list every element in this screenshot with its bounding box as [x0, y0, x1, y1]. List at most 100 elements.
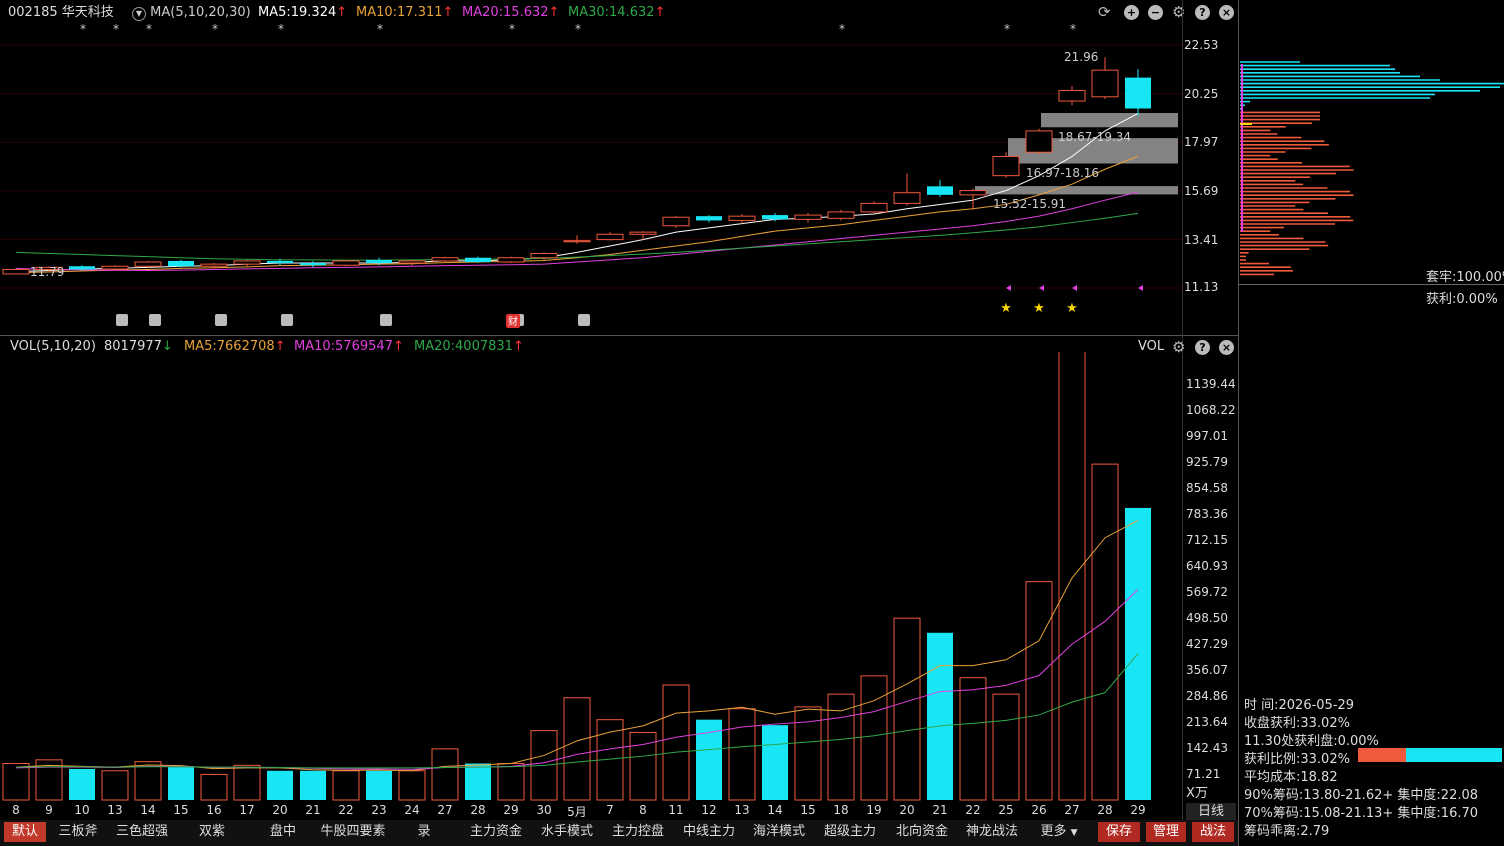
chip-distribution: [1240, 61, 1504, 276]
tab-shenlong[interactable]: 神龙战法: [960, 822, 1024, 842]
candle-body: [1025, 130, 1053, 153]
volume-bar: [1091, 463, 1119, 801]
tab-beixiang[interactable]: 北向资金: [890, 822, 954, 842]
strategy-button[interactable]: 战法: [1192, 822, 1234, 842]
volume-chart[interactable]: [0, 352, 1184, 802]
period-selector[interactable]: 日线: [1186, 803, 1236, 820]
chip-close-profit: 收盘获利:33.02%: [1244, 716, 1350, 731]
date-tick: 23: [371, 803, 387, 817]
volume-bar: [267, 770, 293, 800]
signal-star-icon: ★: [1066, 301, 1078, 316]
profit-bar-cyan: [1406, 748, 1502, 762]
chip-band: [1041, 112, 1178, 128]
zoom-in-icon[interactable]: +: [1124, 5, 1139, 20]
date-tick: 24: [404, 803, 420, 817]
star-marker: *: [377, 22, 383, 36]
volume-bar: [696, 719, 722, 800]
date-tick: 29: [1130, 803, 1146, 817]
volume-tick: 1139.44: [1186, 377, 1236, 391]
volume-tick: 356.07: [1186, 663, 1228, 677]
candle-body: [629, 231, 657, 235]
ma5-value: MA5:19.324↑: [258, 5, 348, 20]
candle-body: [300, 263, 326, 266]
profit-bar-red: [1358, 748, 1406, 762]
candle-body: [1091, 69, 1119, 98]
candle-body: [69, 266, 95, 270]
tab-shuangzi[interactable]: 双紫: [186, 822, 238, 842]
date-tick: 21: [932, 803, 948, 817]
volume-bar: [431, 748, 459, 801]
candle-body: [563, 240, 591, 243]
manage-button[interactable]: 管理: [1146, 822, 1186, 842]
candle-body: [762, 215, 788, 220]
candle-body: [927, 186, 953, 195]
ma-selector[interactable]: ▼ MA(5,10,20,30): [132, 4, 251, 22]
tab-shuishou[interactable]: 水手模式: [536, 822, 598, 842]
volume-bar: [2, 762, 30, 801]
signal-flag-icon: [1039, 285, 1044, 291]
tab-zhongxian[interactable]: 中线主力: [678, 822, 740, 842]
tab-default[interactable]: 默认: [4, 822, 46, 842]
tab-sanbanfu[interactable]: 三板斧: [52, 822, 104, 842]
chip-time: 时 间:2026-05-29: [1244, 698, 1355, 713]
volume-bar: [927, 632, 953, 800]
tab-chaoji[interactable]: 超级主力: [818, 822, 882, 842]
tab-zhulizijin[interactable]: 主力资金: [464, 822, 528, 842]
volume-tick: 712.15: [1186, 533, 1228, 547]
chip-avg-cost: 平均成本:18.82: [1244, 770, 1338, 785]
candle-body: [497, 257, 525, 263]
volume-bar: [992, 693, 1020, 801]
volume-bar: [332, 770, 360, 801]
chip-profit-at: 11.30处获利盘:0.00%: [1244, 734, 1379, 749]
date-tick: 21: [305, 803, 321, 817]
star-marker: *: [509, 22, 515, 36]
signal-flag-icon: [1138, 285, 1143, 291]
tab-zhulikongpan[interactable]: 主力控盘: [606, 822, 670, 842]
event-icon: [578, 314, 590, 326]
candle-body: [1058, 89, 1086, 102]
date-tick: 25: [998, 803, 1014, 817]
volume-bar: [300, 770, 326, 800]
date-tick: 14: [140, 803, 156, 817]
star-marker: *: [839, 22, 845, 36]
zoom-out-icon[interactable]: −: [1148, 5, 1163, 20]
date-tick: 14: [767, 803, 783, 817]
volume-tick: 997.01: [1186, 429, 1228, 443]
volume-bar: [398, 770, 426, 801]
refresh-icon[interactable]: ⟳: [1098, 5, 1111, 20]
tab-haiyang[interactable]: 海洋模式: [748, 822, 810, 842]
volume-bar: [233, 764, 261, 801]
tab-more[interactable]: 更多 ▼: [1032, 822, 1086, 842]
save-button[interactable]: 保存: [1098, 822, 1140, 842]
candle-body: [101, 265, 129, 270]
finance-badge-label: 财: [508, 315, 518, 328]
volume-bar: [134, 761, 162, 801]
tab-sansechaoqiang[interactable]: 三色超强: [110, 822, 174, 842]
price-chart[interactable]: * * * * * * * * * * * ★ ★ ★ 财: [0, 22, 1184, 332]
vol-unit: X万: [1186, 786, 1208, 801]
band-label: 18.67-19.34: [1058, 130, 1132, 144]
signal-flag-icon: [1072, 285, 1077, 291]
volume-bar: [860, 675, 888, 801]
candle-body: [662, 216, 690, 227]
stock-name: 华天科技: [61, 5, 114, 20]
tab-panzhong[interactable]: 盘中: [258, 822, 308, 842]
date-tick: 12: [701, 803, 717, 817]
volume-bar: [1025, 581, 1053, 801]
candle-body: [366, 259, 392, 264]
event-icon: [281, 314, 293, 326]
tab-niugu[interactable]: 牛股四要素: [316, 822, 390, 842]
band-label: 15.52-15.91: [993, 197, 1067, 211]
low-label: 11.79: [30, 265, 65, 279]
date-tick: 16: [206, 803, 222, 817]
candle-body: [827, 211, 855, 219]
candle-body: [596, 233, 624, 241]
volume-tick: 498.50: [1186, 611, 1228, 625]
date-tick: 17: [239, 803, 255, 817]
candle-body: [696, 216, 722, 221]
band-label: 16.97-18.16: [1026, 166, 1100, 180]
signal-star-icon: ★: [1000, 301, 1012, 316]
date-tick: 10: [74, 803, 90, 817]
tab-lu[interactable]: 录: [398, 822, 450, 842]
chip-70: 70%筹码:15.08-21.13+ 集中度:16.70: [1244, 806, 1479, 821]
